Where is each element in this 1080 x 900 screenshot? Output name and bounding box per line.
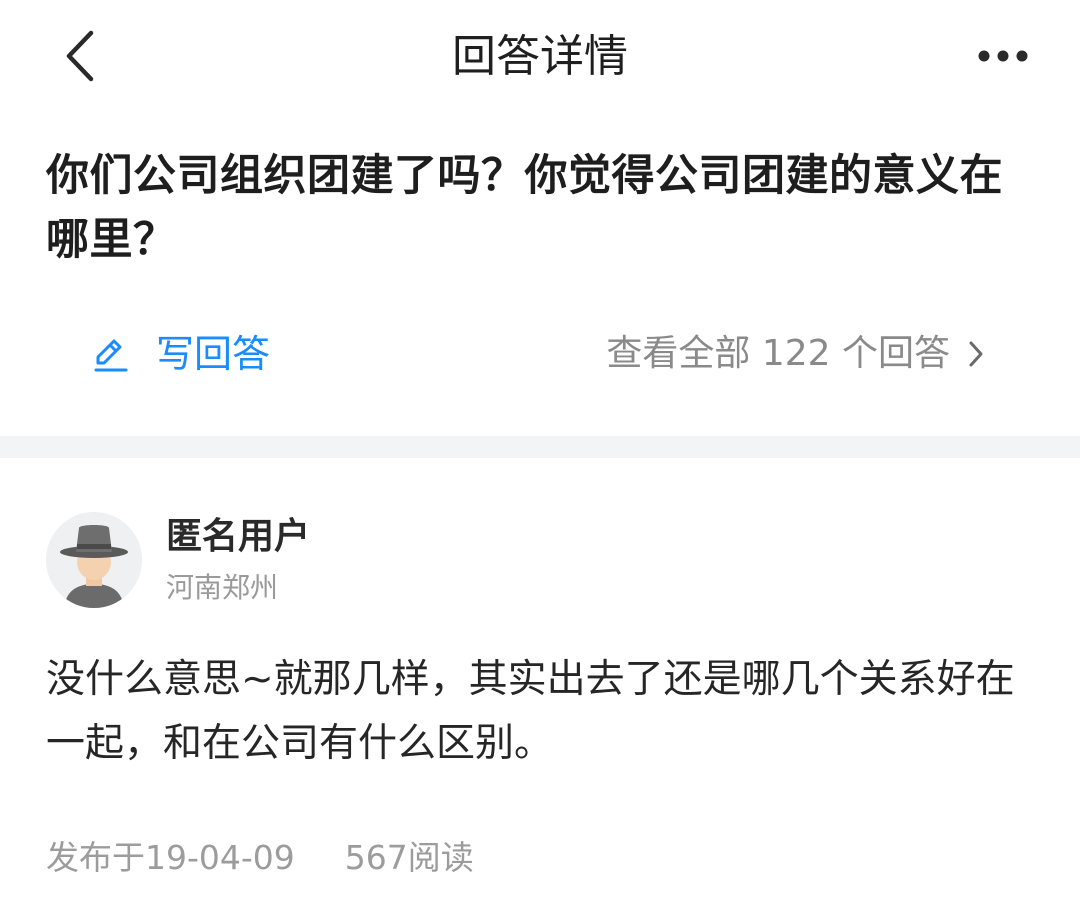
view-all-answers-link[interactable]: 查看全部 122 个回答	[606, 322, 992, 386]
question-title[interactable]: 你们公司组织团建了吗？你觉得公司团建的意义在哪里？	[46, 144, 1046, 272]
more-horizontal-icon	[978, 50, 1028, 62]
user-name[interactable]: 匿名用户	[166, 514, 310, 560]
write-answer-label: 写回答	[156, 332, 271, 376]
answer-content: 没什么意思~就那几样，其实出去了还是哪几个关系好在一起，和在公司有什么区别。	[46, 657, 1015, 766]
nav-bar: 回答详情	[0, 0, 1080, 112]
answer-author: 匿名用户 河南郑州	[46, 512, 946, 608]
write-answer-button[interactable]: 写回答	[92, 322, 270, 386]
section-divider	[0, 436, 1080, 458]
user-location: 河南郑州	[166, 571, 279, 604]
question-actions: 写回答 查看全部 122 个回答	[0, 322, 1080, 386]
anonymous-hat-avatar	[46, 512, 142, 608]
read-count: 567阅读	[344, 838, 474, 877]
chevron-right-icon	[968, 338, 992, 370]
view-all-answers-label: 查看全部 122 个回答	[606, 333, 950, 374]
more-button[interactable]	[968, 30, 1038, 82]
answer-meta: 发布于19-04-09 567阅读	[46, 830, 474, 880]
pen-icon	[92, 335, 130, 373]
avatar[interactable]	[46, 512, 142, 608]
page-title: 回答详情	[452, 31, 628, 82]
publish-date: 发布于19-04-09	[46, 838, 295, 877]
